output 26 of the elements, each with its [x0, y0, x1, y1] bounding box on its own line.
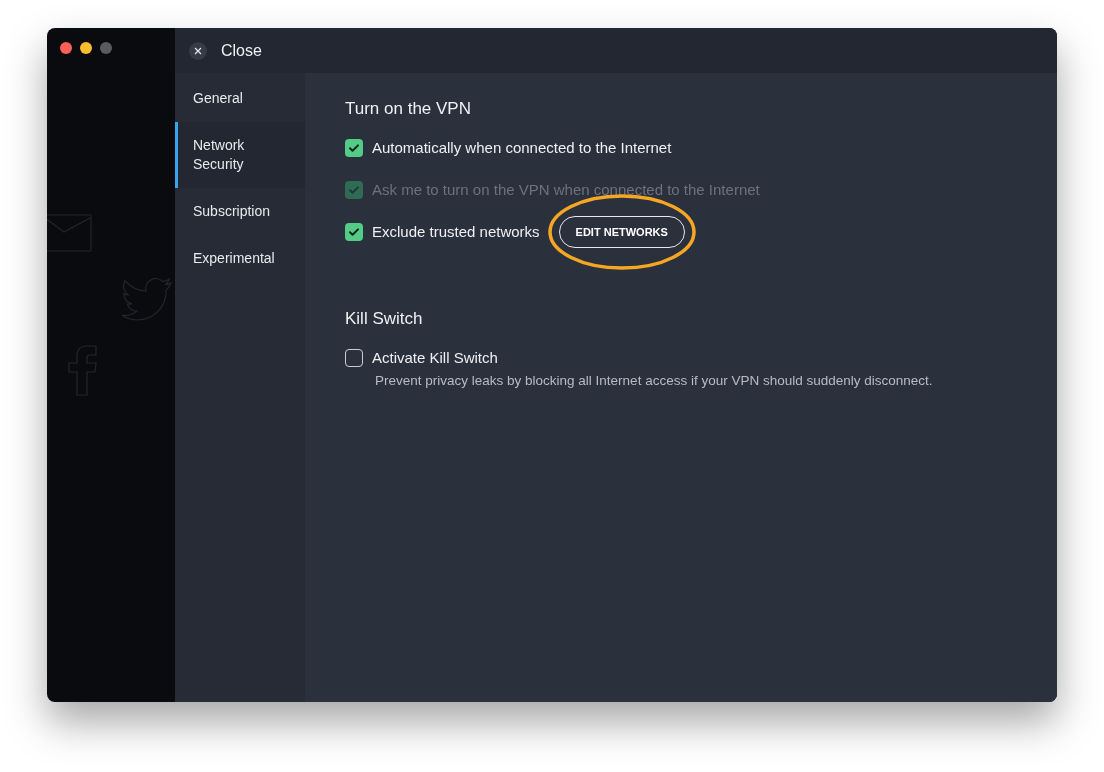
close-label[interactable]: Close [221, 38, 262, 63]
minimize-window-button[interactable] [80, 42, 92, 54]
sidebar-item[interactable]: Subscription [175, 188, 305, 235]
option-description: Prevent privacy leaks by blocking all Internet access if your VPN should suddenly disconnect. [375, 372, 934, 390]
check-icon [348, 226, 360, 238]
option-label: Automatically when connected to the Internet [372, 137, 672, 158]
close-icon [194, 46, 202, 55]
close-window-button[interactable] [60, 42, 72, 54]
sidebar-item[interactable]: Experimental [175, 235, 305, 282]
check-icon [348, 184, 360, 196]
section-title: Turn on the VPN [345, 98, 472, 120]
envelope-icon [47, 214, 92, 252]
checkbox[interactable] [345, 223, 363, 241]
option-label: Activate Kill Switch [372, 347, 498, 368]
checkbox[interactable] [345, 349, 363, 367]
check-icon [348, 142, 360, 154]
option-label: Exclude trusted networks [372, 221, 540, 242]
sidebar-item[interactable]: Network Security [175, 122, 305, 188]
checkbox[interactable] [345, 139, 363, 157]
bird-icon [119, 278, 173, 324]
sidebar-item[interactable]: General [175, 73, 305, 122]
section-title: Kill Switch [345, 308, 424, 330]
option-label: Ask me to turn on the VPN when connected to the Internet [372, 179, 760, 200]
close-button[interactable] [189, 41, 207, 60]
zoom-window-button[interactable] [100, 42, 112, 54]
letter-f-icon [68, 345, 97, 396]
